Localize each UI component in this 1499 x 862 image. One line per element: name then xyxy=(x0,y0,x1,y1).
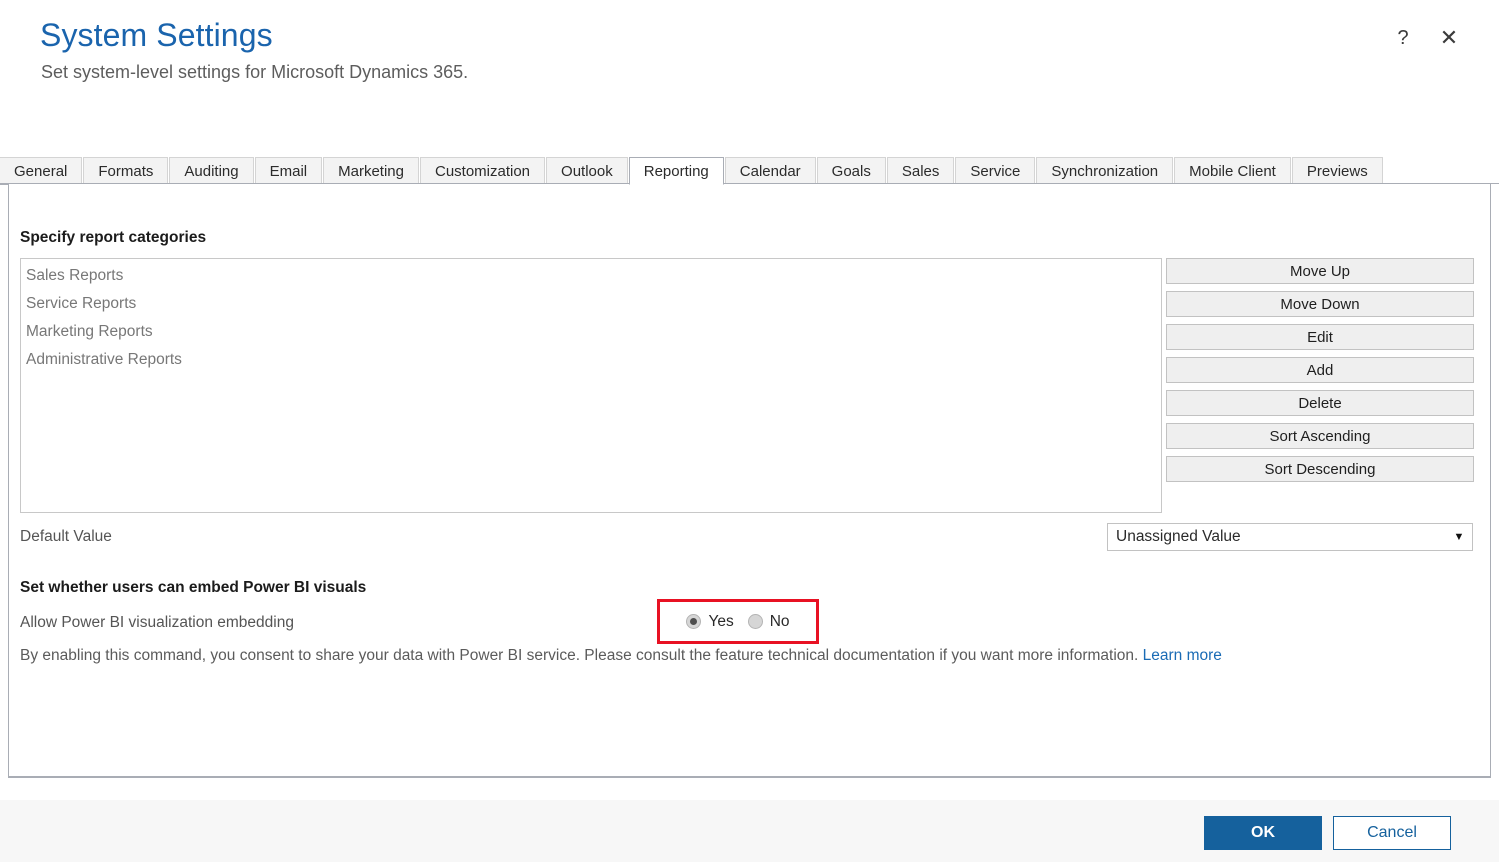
default-value-label: Default Value xyxy=(20,528,112,545)
page-title: System Settings xyxy=(40,17,273,53)
add-button[interactable]: Add xyxy=(1166,357,1474,383)
tab-outlook[interactable]: Outlook xyxy=(546,157,628,185)
tab-general[interactable]: General xyxy=(0,157,83,185)
learn-more-link[interactable]: Learn more xyxy=(1143,647,1222,664)
report-categories-listbox[interactable]: Sales Reports Service Reports Marketing Re… xyxy=(20,258,1162,513)
page-subtitle: Set system-level settings for Microsoft … xyxy=(41,62,469,82)
close-icon[interactable]: ✕ xyxy=(1437,25,1461,50)
tab-goals[interactable]: Goals xyxy=(816,157,886,185)
sort-ascending-button[interactable]: Sort Ascending xyxy=(1166,423,1474,449)
power-bi-heading: Set whether users can embed Power BI vis… xyxy=(20,579,367,596)
tab-email[interactable]: Email xyxy=(254,157,323,185)
list-item[interactable]: Administrative Reports xyxy=(21,346,1161,374)
cancel-button[interactable]: Cancel xyxy=(1333,816,1451,850)
footer-buttons: OK Cancel xyxy=(1204,816,1451,850)
tab-sales[interactable]: Sales xyxy=(886,157,955,185)
dialog-footer: OK Cancel xyxy=(0,800,1499,862)
radio-option-no[interactable]: No xyxy=(747,612,790,631)
header-actions: ? ✕ xyxy=(1391,25,1461,50)
power-bi-consent-text: By enabling this command, you consent to… xyxy=(20,647,1143,664)
default-value-selected: Unassigned Value xyxy=(1116,528,1241,545)
tab-content-reporting: Specify report categories Sales Reports S… xyxy=(8,184,1491,778)
tabstrip: General Formats Auditing Email Marketing Cust… xyxy=(0,156,1499,185)
help-icon[interactable]: ? xyxy=(1391,26,1415,50)
radio-yes-icon[interactable] xyxy=(686,614,702,629)
tab-previews[interactable]: Previews xyxy=(1291,157,1383,185)
tab-formats[interactable]: Formats xyxy=(83,157,169,185)
tab-customization[interactable]: Customization xyxy=(419,157,546,185)
list-item[interactable]: Sales Reports xyxy=(21,262,1161,290)
power-bi-embedding-label: Allow Power BI visualization embedding xyxy=(20,614,294,631)
dialog-header: System Settings Set system-level setting… xyxy=(0,0,1499,140)
move-up-button[interactable]: Move Up xyxy=(1166,258,1474,284)
tab-service[interactable]: Service xyxy=(955,157,1036,185)
radio-option-yes[interactable]: Yes xyxy=(686,612,734,631)
chevron-down-icon: ▼ xyxy=(1453,531,1465,543)
radio-no-icon[interactable] xyxy=(747,614,763,629)
tab-mobile-client[interactable]: Mobile Client xyxy=(1174,157,1291,185)
report-categories-actions: Move Up Move Down Edit Add Delete Sort Ascend… xyxy=(1166,258,1474,482)
tab-auditing[interactable]: Auditing xyxy=(169,157,254,185)
default-value-dropdown[interactable]: Unassigned Value ▼ xyxy=(1107,523,1473,551)
tab-reporting[interactable]: Reporting xyxy=(628,157,724,185)
delete-button[interactable]: Delete xyxy=(1166,390,1474,416)
list-item[interactable]: Service Reports xyxy=(21,290,1161,318)
tabstrip-underline xyxy=(0,183,1499,184)
move-down-button[interactable]: Move Down xyxy=(1166,291,1474,317)
radio-label: No xyxy=(769,612,790,630)
report-categories-heading: Specify report categories xyxy=(20,229,207,246)
list-item[interactable]: Marketing Reports xyxy=(21,318,1161,346)
sort-descending-button[interactable]: Sort Descending xyxy=(1166,456,1474,482)
edit-button[interactable]: Edit xyxy=(1166,324,1474,350)
tab-synchronization[interactable]: Synchronization xyxy=(1036,157,1174,185)
ok-button[interactable]: OK xyxy=(1204,816,1322,850)
tab-marketing[interactable]: Marketing xyxy=(323,157,419,185)
radio-label: Yes xyxy=(708,612,734,630)
tab-calendar[interactable]: Calendar xyxy=(724,157,816,185)
power-bi-consent-note: By enabling this command, you consent to… xyxy=(20,647,1222,665)
power-bi-embedding-radio-group: Yes No xyxy=(657,599,819,644)
